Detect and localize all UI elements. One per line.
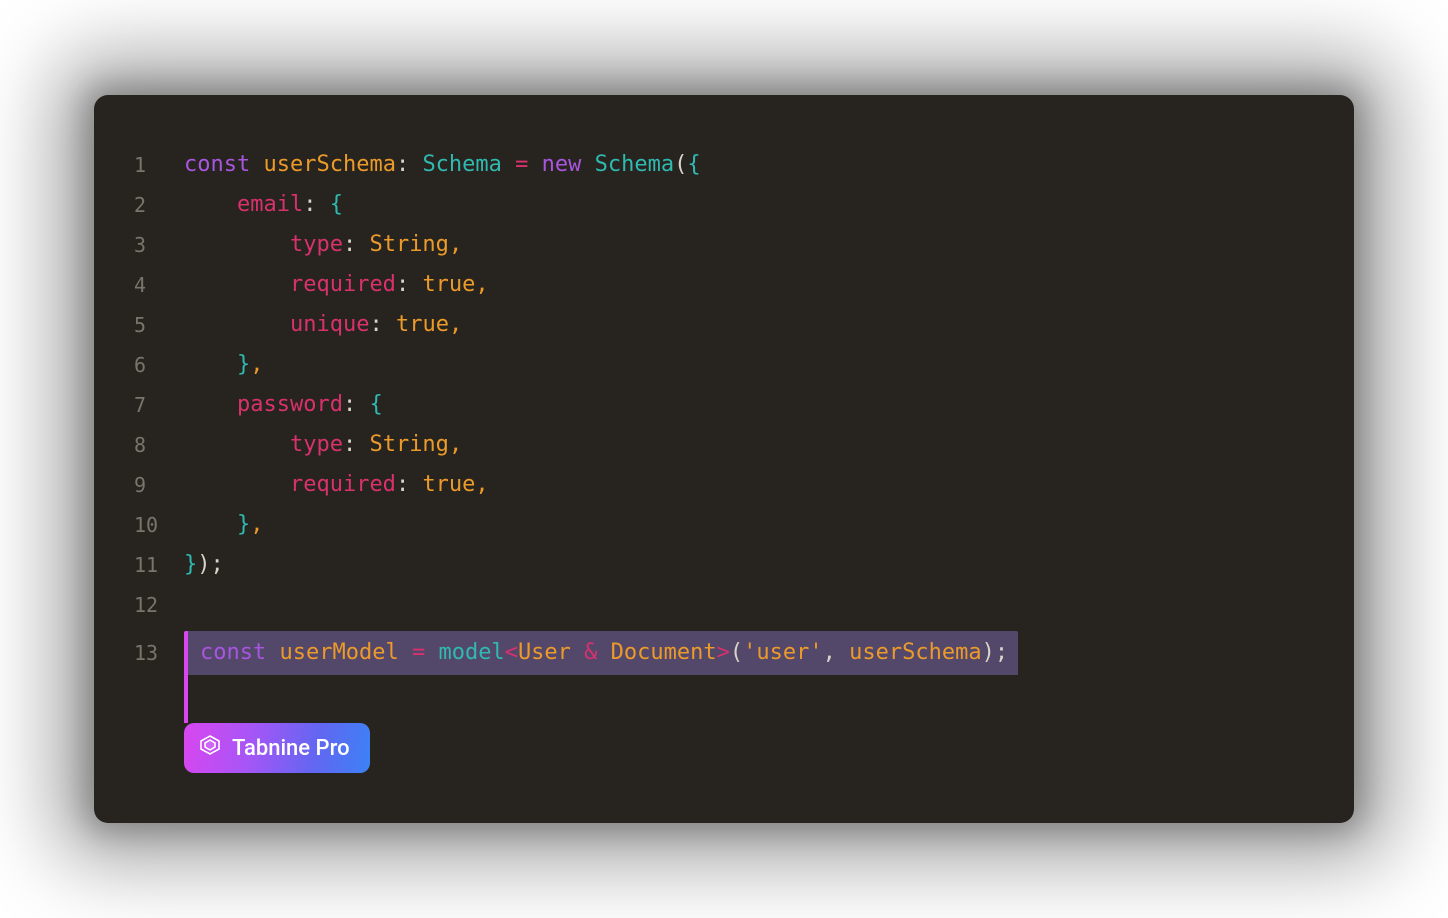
line-number: 10 xyxy=(134,505,184,545)
line-number: 5 xyxy=(134,305,184,345)
tabnine-pro-badge[interactable]: Tabnine Pro xyxy=(184,723,370,773)
code-area[interactable]: 1 const userSchema: Schema = new Schema(… xyxy=(134,145,1314,773)
line-number: 13 xyxy=(134,641,184,665)
code-content: unique: true, xyxy=(184,305,1314,345)
code-content: required: true, xyxy=(184,265,1314,305)
code-line[interactable]: 6 }, xyxy=(134,345,1314,385)
code-line[interactable]: 2 email: { xyxy=(134,185,1314,225)
tabnine-logo-icon xyxy=(198,733,222,763)
line-number: 4 xyxy=(134,265,184,305)
code-content xyxy=(184,585,1314,625)
line-number: 7 xyxy=(134,385,184,425)
line-number: 9 xyxy=(134,465,184,505)
code-content: password: { xyxy=(184,385,1314,425)
code-editor-panel: 1 const userSchema: Schema = new Schema(… xyxy=(94,95,1354,823)
code-content: const userSchema: Schema = new Schema({ xyxy=(184,145,1314,185)
line-number: 2 xyxy=(134,185,184,225)
code-content: email: { xyxy=(184,185,1314,225)
code-line[interactable]: 4 required: true, xyxy=(134,265,1314,305)
line-number: 3 xyxy=(134,225,184,265)
code-line[interactable]: 9 required: true, xyxy=(134,465,1314,505)
line-number: 1 xyxy=(134,145,184,185)
code-line[interactable]: 7 password: { xyxy=(134,385,1314,425)
code-line[interactable]: 5 unique: true, xyxy=(134,305,1314,345)
suggestion-text: const userModel = model<User & Document>… xyxy=(184,631,1018,675)
autocomplete-suggestion[interactable]: 13 const userModel = model<User & Docume… xyxy=(184,631,1314,773)
code-line[interactable]: 3 type: String, xyxy=(134,225,1314,265)
code-content: type: String, xyxy=(184,225,1314,265)
code-line[interactable]: 8 type: String, xyxy=(134,425,1314,465)
line-number: 12 xyxy=(134,585,184,625)
code-content: type: String, xyxy=(184,425,1314,465)
code-line[interactable]: 12 xyxy=(134,585,1314,625)
line-number: 11 xyxy=(134,545,184,585)
code-line[interactable]: 10 }, xyxy=(134,505,1314,545)
code-content: }); xyxy=(184,545,1314,585)
code-content: required: true, xyxy=(184,465,1314,505)
line-number: 6 xyxy=(134,345,184,385)
code-line[interactable]: 11 }); xyxy=(134,545,1314,585)
badge-label: Tabnine Pro xyxy=(232,736,350,761)
line-number: 8 xyxy=(134,425,184,465)
code-line[interactable]: 1 const userSchema: Schema = new Schema(… xyxy=(134,145,1314,185)
code-content: }, xyxy=(184,345,1314,385)
code-content: }, xyxy=(184,505,1314,545)
suggestion-connector xyxy=(184,675,188,723)
